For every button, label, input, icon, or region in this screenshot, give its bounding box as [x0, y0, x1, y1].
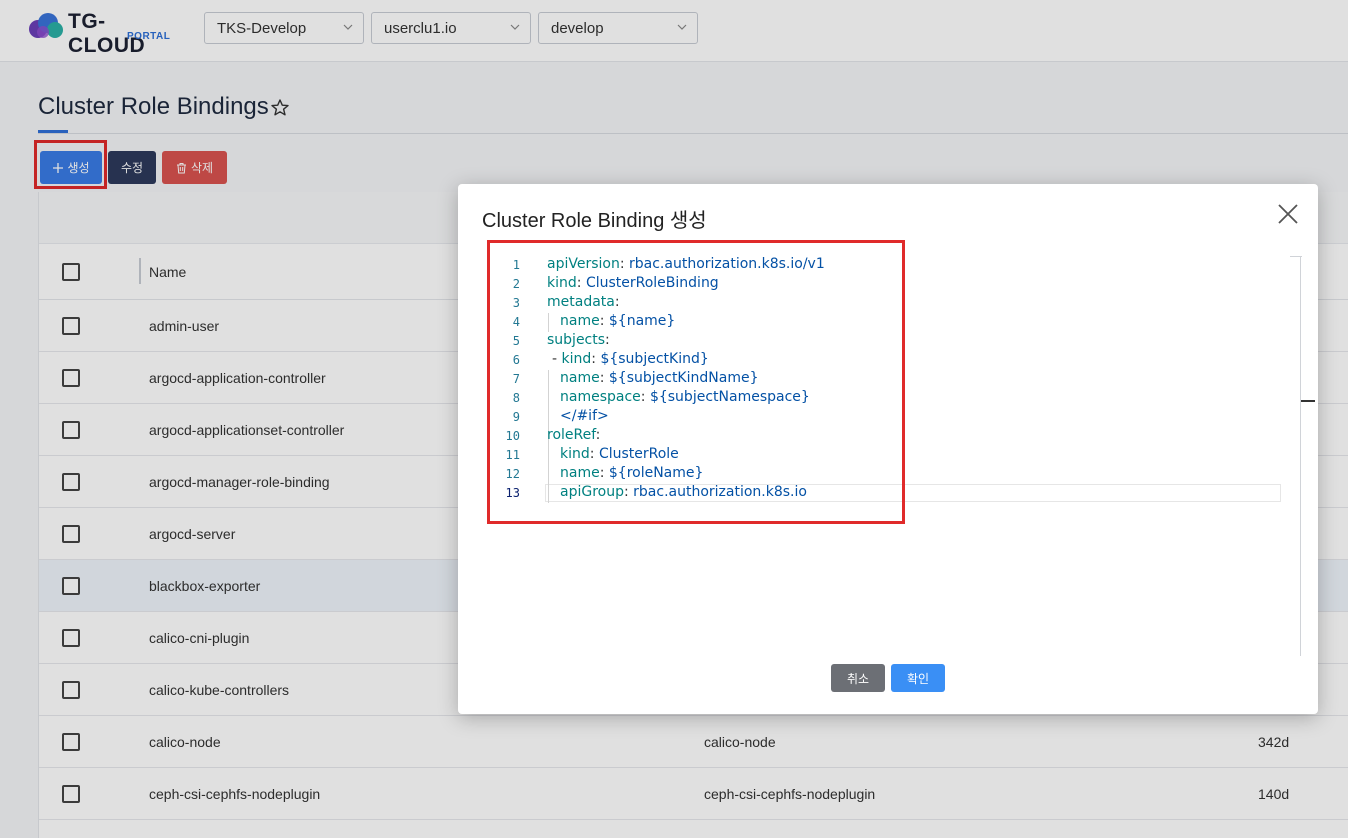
row-checkbox[interactable] [62, 681, 80, 699]
page-title: Cluster Role Bindings [38, 93, 269, 120]
row-checkbox[interactable] [62, 421, 80, 439]
row-name: argocd-application-controller [149, 370, 326, 386]
cluster-select-value: TKS-Develop [217, 20, 307, 37]
row-role: calico-node [704, 734, 776, 750]
chevron-down-icon [677, 24, 687, 30]
table-row[interactable]: ceph-csi-cephfs-nodeplugin ceph-csi-ceph… [39, 768, 1348, 820]
row-checkbox[interactable] [62, 733, 80, 751]
row-checkbox[interactable] [62, 629, 80, 647]
editor-scrollbar[interactable] [1300, 256, 1301, 656]
column-header-name[interactable]: Name [149, 264, 186, 280]
row-checkbox[interactable] [62, 369, 80, 387]
row-age: 342d [1258, 734, 1290, 750]
row-name: calico-cni-plugin [149, 630, 250, 646]
favorite-star-icon[interactable] [270, 98, 290, 118]
top-header: TG-CLOUD PORTAL TKS-Develop userclu1.io … [0, 0, 1348, 62]
cancel-button-label: 취소 [846, 671, 870, 686]
row-name: argocd-server [149, 526, 236, 542]
row-name: calico-node [149, 734, 221, 750]
cluster-select[interactable]: TKS-Develop [204, 12, 364, 44]
domain-select[interactable]: userclu1.io [371, 12, 531, 44]
row-checkbox[interactable] [62, 785, 80, 803]
domain-select-value: userclu1.io [384, 20, 457, 37]
column-separator [139, 258, 141, 284]
create-highlight-box [34, 140, 107, 189]
namespace-select-value: develop [551, 20, 604, 37]
close-icon[interactable] [1276, 202, 1300, 226]
row-name: ceph-csi-cephfs-nodeplugin [149, 786, 321, 802]
modal-title: Cluster Role Binding 생성 [482, 210, 707, 232]
edit-button[interactable]: 수정 [108, 151, 156, 184]
logo-subtext: PORTAL [127, 31, 171, 42]
delete-button[interactable]: 삭제 [162, 151, 227, 184]
row-checkbox[interactable] [62, 525, 80, 543]
chevron-down-icon [343, 24, 353, 30]
table-row[interactable]: calico-node calico-node 342d [39, 716, 1348, 768]
trash-icon [176, 162, 186, 173]
cancel-button[interactable]: 취소 [831, 664, 885, 692]
row-name: calico-kube-controllers [149, 682, 290, 698]
row-age: 140d [1258, 786, 1290, 802]
row-name: argocd-applicationset-controller [149, 422, 345, 438]
logo[interactable]: TG-CLOUD PORTAL [28, 10, 178, 57]
select-all-checkbox[interactable] [62, 263, 80, 281]
row-checkbox[interactable] [62, 317, 80, 335]
namespace-select[interactable]: develop [538, 12, 698, 44]
confirm-button-label: 확인 [906, 671, 930, 686]
row-name: argocd-manager-role-binding [149, 474, 330, 490]
delete-button-label: 삭제 [190, 161, 214, 175]
scrollbar-marker [1301, 400, 1315, 402]
row-checkbox[interactable] [62, 473, 80, 491]
row-name: admin-user [149, 318, 220, 334]
editor-highlight-box [487, 240, 905, 524]
row-name: blackbox-exporter [149, 578, 261, 594]
cloud-logo-icon [29, 13, 63, 38]
chevron-down-icon [510, 24, 520, 30]
edit-button-label: 수정 [120, 161, 144, 175]
title-divider [38, 133, 1348, 134]
row-role: ceph-csi-cephfs-nodeplugin [704, 786, 876, 802]
confirm-button[interactable]: 확인 [891, 664, 945, 692]
row-checkbox[interactable] [62, 577, 80, 595]
